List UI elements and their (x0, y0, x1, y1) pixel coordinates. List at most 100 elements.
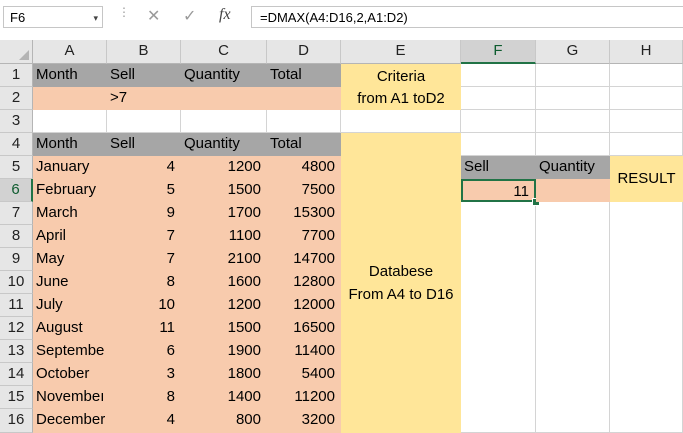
table-cell[interactable]: 2100 (181, 248, 267, 271)
table-cell[interactable]: 8 (107, 271, 181, 294)
cell-c3[interactable] (181, 110, 267, 133)
table-cell[interactable]: 1800 (181, 363, 267, 386)
formula-bar-grip-icon[interactable]: ⋮ (118, 6, 130, 18)
table-cell[interactable]: 4 (107, 156, 181, 179)
table-cell[interactable]: 1500 (181, 317, 267, 340)
row-header-4[interactable]: 4 (0, 133, 33, 156)
row-header-14[interactable]: 14 (0, 363, 33, 386)
table-cell[interactable]: 1200 (181, 294, 267, 317)
table-cell[interactable]: June (33, 271, 107, 294)
cell-h2[interactable] (610, 87, 683, 110)
table-cell[interactable]: 14700 (267, 248, 341, 271)
cell-g6[interactable] (536, 179, 610, 202)
table-cell[interactable]: 12800 (267, 271, 341, 294)
table-cell[interactable]: 11200 (267, 386, 341, 409)
cell-b4[interactable]: Sell (107, 133, 181, 156)
row-header-8[interactable]: 8 (0, 225, 33, 248)
cell-f5[interactable]: Sell (461, 156, 536, 179)
row-header-12[interactable]: 12 (0, 317, 33, 340)
cell-g5[interactable]: Quantity (536, 156, 610, 179)
cell-a2[interactable] (33, 87, 107, 110)
empty-range-h7-h16[interactable] (610, 202, 683, 433)
cell-b2[interactable]: >7 (107, 87, 181, 110)
cell-d1[interactable]: Total (267, 64, 341, 87)
cell-d3[interactable] (267, 110, 341, 133)
table-cell[interactable]: 4 (107, 409, 181, 433)
column-header-b[interactable]: B (107, 40, 181, 64)
cell-f6-result[interactable]: 11 (461, 179, 536, 202)
database-label-block[interactable]: Databese From A4 to D16 (341, 133, 461, 433)
cell-f2[interactable] (461, 87, 536, 110)
row-header-2[interactable]: 2 (0, 87, 33, 110)
table-cell[interactable]: 8 (107, 386, 181, 409)
table-cell[interactable]: 7 (107, 248, 181, 271)
table-cell[interactable]: 1500 (181, 179, 267, 202)
cell-g3[interactable] (536, 110, 610, 133)
cell-c1[interactable]: Quantity (181, 64, 267, 87)
cell-a4[interactable]: Month (33, 133, 107, 156)
row-header-15[interactable]: 15 (0, 386, 33, 409)
insert-function-icon[interactable]: fx (219, 6, 231, 24)
column-header-f[interactable]: F (461, 40, 536, 64)
cell-g1[interactable] (536, 64, 610, 87)
cancel-icon[interactable]: ✕ (147, 6, 160, 26)
table-cell[interactable]: 7700 (267, 225, 341, 248)
table-cell[interactable]: December (33, 409, 107, 433)
cell-b1[interactable]: Sell (107, 64, 181, 87)
row-header-7[interactable]: 7 (0, 202, 33, 225)
cell-e3[interactable] (341, 110, 461, 133)
table-cell[interactable]: 1100 (181, 225, 267, 248)
table-cell[interactable]: July (33, 294, 107, 317)
cell-g4[interactable] (536, 133, 610, 156)
table-cell[interactable]: August (33, 317, 107, 340)
table-cell[interactable]: 1600 (181, 271, 267, 294)
table-cell[interactable]: April (33, 225, 107, 248)
name-box[interactable]: F6 ▾ (3, 6, 103, 28)
row-header-11[interactable]: 11 (0, 294, 33, 317)
table-cell[interactable]: 5400 (267, 363, 341, 386)
cell-g2[interactable] (536, 87, 610, 110)
table-cell[interactable]: May (33, 248, 107, 271)
formula-input[interactable]: =DMAX(A4:D16,2,A1:D2) (251, 6, 683, 28)
table-cell[interactable]: 3200 (267, 409, 341, 433)
column-header-c[interactable]: C (181, 40, 267, 64)
column-header-g[interactable]: G (536, 40, 610, 64)
table-cell[interactable]: 9 (107, 202, 181, 225)
cell-d4[interactable]: Total (267, 133, 341, 156)
cell-f1[interactable] (461, 64, 536, 87)
table-cell[interactable]: 1200 (181, 156, 267, 179)
name-box-dropdown-icon[interactable]: ▾ (93, 7, 98, 29)
row-header-1[interactable]: 1 (0, 64, 33, 87)
table-cell[interactable]: 3 (107, 363, 181, 386)
table-cell[interactable]: 11400 (267, 340, 341, 363)
table-cell[interactable]: March (33, 202, 107, 225)
table-cell[interactable]: Novembeı (33, 386, 107, 409)
cell-c4[interactable]: Quantity (181, 133, 267, 156)
row-header-9[interactable]: 9 (0, 248, 33, 271)
table-cell[interactable]: 10 (107, 294, 181, 317)
table-cell[interactable]: 16500 (267, 317, 341, 340)
table-cell[interactable]: 15300 (267, 202, 341, 225)
cell-d2[interactable] (267, 87, 341, 110)
cell-h1[interactable] (610, 64, 683, 87)
table-cell[interactable]: 5 (107, 179, 181, 202)
empty-range-f7-f16[interactable] (461, 202, 536, 433)
cell-h3[interactable] (610, 110, 683, 133)
table-cell[interactable]: 800 (181, 409, 267, 433)
table-cell[interactable]: 12000 (267, 294, 341, 317)
cell-a1[interactable]: Month (33, 64, 107, 87)
column-header-d[interactable]: D (267, 40, 341, 64)
row-header-16[interactable]: 16 (0, 409, 33, 433)
row-header-5[interactable]: 5 (0, 156, 33, 179)
table-cell[interactable]: 1700 (181, 202, 267, 225)
cell-f3[interactable] (461, 110, 536, 133)
table-cell[interactable]: February (33, 179, 107, 202)
row-header-6[interactable]: 6 (0, 179, 33, 202)
cell-h4[interactable] (610, 133, 683, 156)
column-header-a[interactable]: A (33, 40, 107, 64)
table-cell[interactable]: January (33, 156, 107, 179)
cell-c2[interactable] (181, 87, 267, 110)
select-all-corner[interactable] (0, 40, 33, 64)
table-cell[interactable]: 7 (107, 225, 181, 248)
empty-range-g7-g16[interactable] (536, 202, 610, 433)
